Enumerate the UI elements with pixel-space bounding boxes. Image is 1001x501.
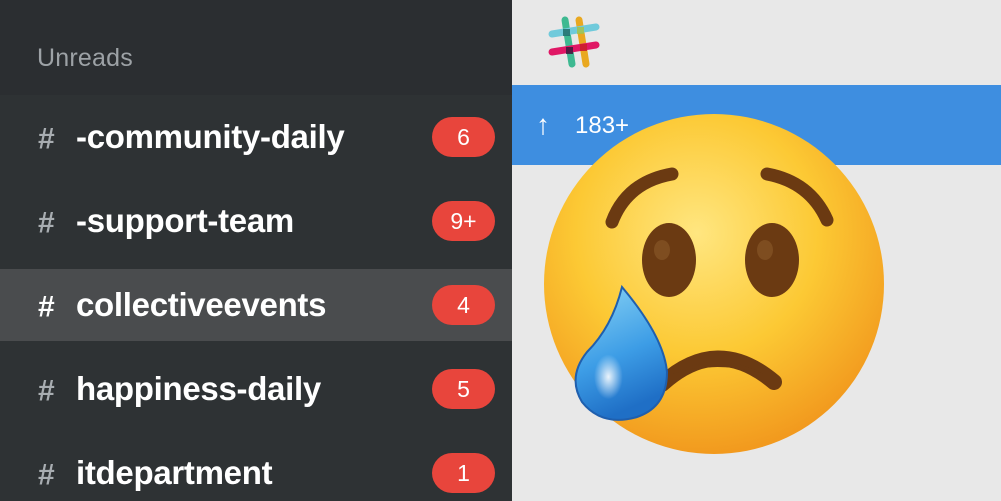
channel-item-support-team[interactable]: # -support-team 9+ [0, 179, 512, 263]
slack-logo-icon [548, 16, 600, 68]
channel-name: happiness-daily [76, 370, 321, 407]
channel-name: -community-daily [76, 118, 345, 155]
unread-count-badge: 1 [432, 453, 495, 493]
channel-item-itdepartment[interactable]: # itdepartment 1 [0, 431, 512, 501]
channel-name: -support-team [76, 202, 294, 239]
channel-item-happiness-daily[interactable]: # happiness-daily 5 [0, 347, 512, 431]
sidebar-header: Unreads [0, 0, 512, 95]
channel-item-community-daily[interactable]: # -community-daily 6 [0, 95, 512, 179]
channel-list: # -community-daily 6 # -support-team 9+ … [0, 95, 512, 501]
hash-icon: # [38, 458, 55, 492]
sidebar: Unreads # -community-daily 6 # -support-… [0, 0, 512, 501]
crying-face-emoji-icon [544, 114, 884, 454]
app-window: Unreads # -community-daily 6 # -support-… [0, 0, 1001, 501]
hash-icon: # [38, 374, 55, 408]
unread-count-badge: 4 [432, 285, 495, 325]
unreads-heading: Unreads [37, 44, 133, 72]
hash-icon: # [38, 206, 55, 240]
unread-count-badge: 6 [432, 117, 495, 157]
channel-name: itdepartment [76, 454, 273, 491]
unread-count-badge: 5 [432, 369, 495, 409]
hash-icon: # [38, 290, 55, 324]
hash-icon: # [38, 122, 55, 156]
unread-count-badge: 9+ [432, 201, 495, 241]
channel-name: collectiveevents [76, 286, 327, 323]
channel-item-collectiveevents[interactable]: # collectiveevents 4 [0, 269, 512, 341]
